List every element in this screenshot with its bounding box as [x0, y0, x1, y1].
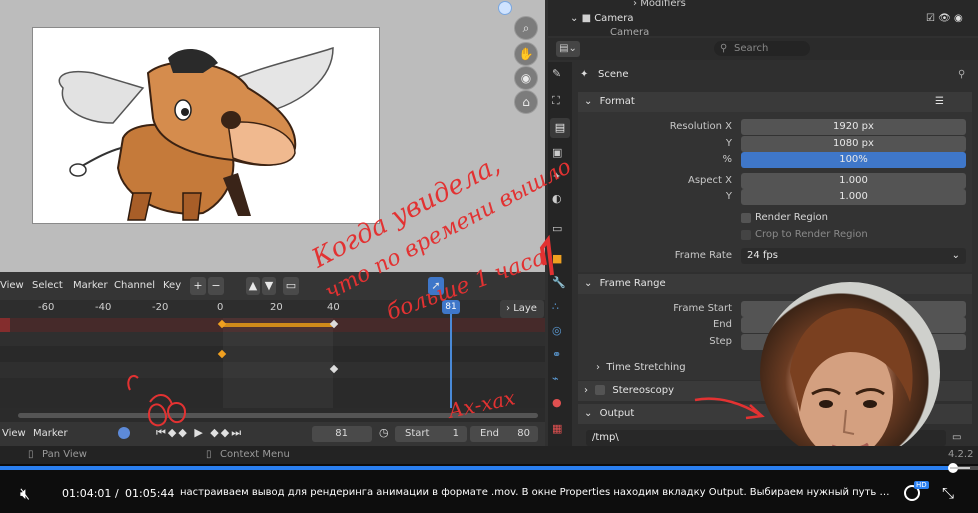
subtitle-text: настраиваем вывод для рендеринга анимаци… — [180, 487, 892, 498]
annotation-laugh-face — [148, 394, 187, 427]
total-time: 01:05:44 — [125, 487, 175, 500]
hd-badge: HD — [914, 481, 929, 489]
mouse-icon: ▯ — [206, 449, 212, 460]
annotation-scribble — [127, 374, 139, 391]
status-bar: ▯ Pan View ▯ Context Menu 4.2.2 — [0, 446, 978, 464]
annotation-text-reaction: Ах-хах — [444, 385, 517, 423]
time-separator: / — [115, 487, 119, 500]
volume-track[interactable] — [950, 467, 970, 469]
current-time: 01:04:01 — [62, 487, 112, 500]
context-menu-hint: Context Menu — [220, 449, 290, 460]
mouse-icon: ▯ — [28, 449, 34, 460]
progress-fill — [0, 466, 953, 470]
annotation-layer: Когда увидела, что по времени вышло боль… — [105, 150, 765, 511]
fullscreen-exit-icon[interactable]: ⤡ — [942, 484, 954, 502]
annotation-arrow — [694, 397, 765, 420]
mute-icon[interactable]: 🔇︎ — [20, 484, 30, 504]
pan-view-hint: Pan View — [42, 449, 87, 460]
version-label: 4.2.2 — [948, 449, 974, 460]
